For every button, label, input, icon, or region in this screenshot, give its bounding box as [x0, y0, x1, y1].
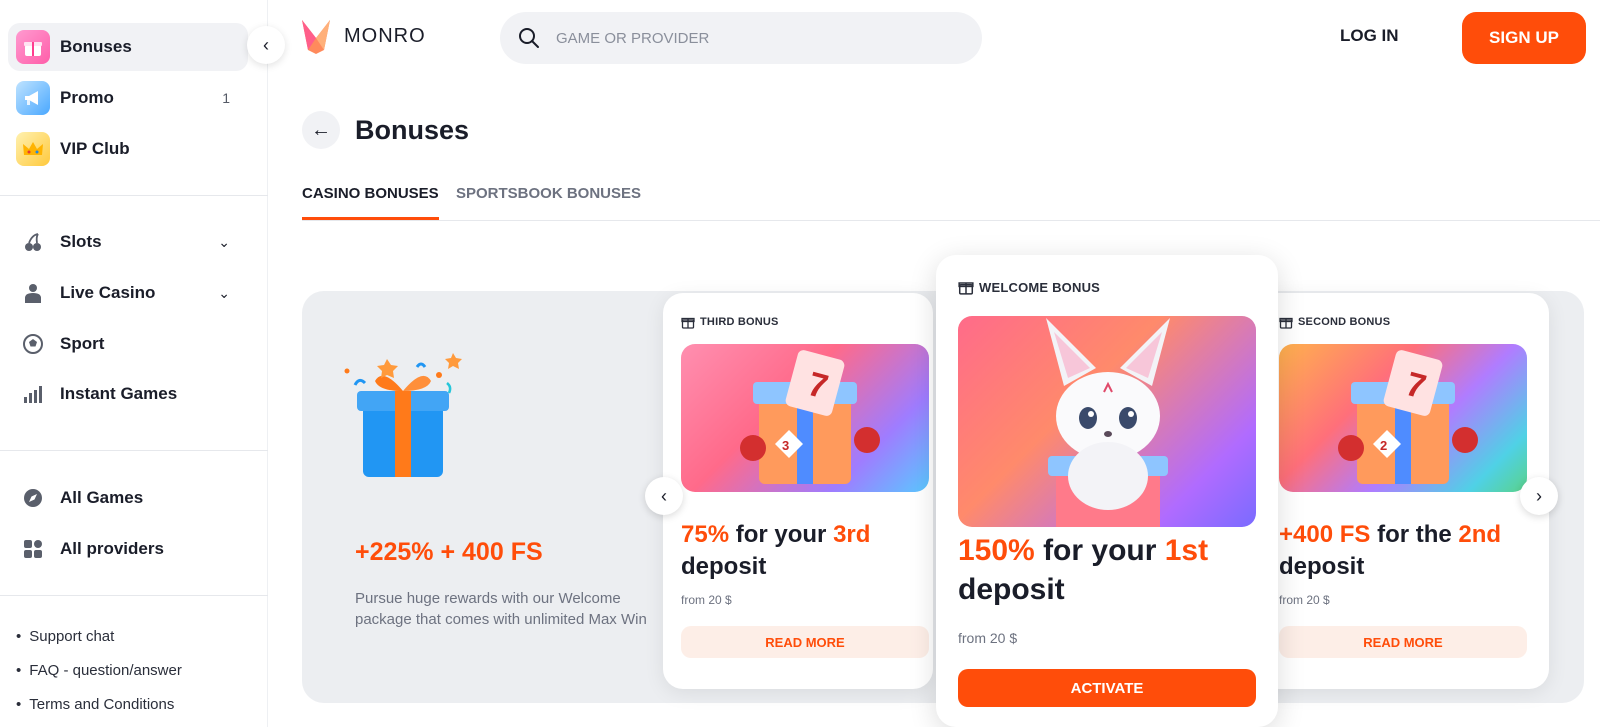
sidebar-item-live-casino[interactable]: Live Casino ⌄ [8, 269, 248, 317]
sidebar-item-bonuses[interactable]: Bonuses [8, 23, 248, 71]
compass-icon [16, 481, 50, 515]
tab-casino-bonuses[interactable]: CASINO BONUSES [302, 185, 439, 220]
soccer-ball-icon [16, 327, 50, 361]
welcome-bonus-min-deposit: from 20 $ [958, 630, 1018, 646]
welcome-bonus-image [958, 316, 1256, 527]
gift-icon [1279, 317, 1293, 329]
gift-icon [681, 317, 695, 329]
login-button[interactable]: LOG IN [1340, 26, 1399, 46]
bonus-tabs: CASINO BONUSES SPORTSBOOK BONUSES [302, 185, 1600, 221]
chevron-left-icon: ‹ [263, 34, 269, 55]
second-bonus-card: SECOND BONUS 7 2 +400 FS for the 2nd dep… [1259, 293, 1549, 689]
third-bonus-title: 75% for your 3rd deposit [681, 521, 871, 580]
welcome-bonus-title: 150% for your 1st deposit [958, 534, 1209, 606]
footer-link-support-chat[interactable]: Support chat [16, 628, 114, 645]
promo-headline: +225% + 400 FS [355, 538, 543, 566]
chevron-left-icon: ‹ [661, 485, 667, 506]
sidebar-item-label: Sport [60, 334, 105, 353]
card-tag: SECOND BONUS [1279, 315, 1390, 329]
search-bar[interactable] [500, 12, 982, 64]
gift-slot-illustration: 7 2 [1338, 350, 1478, 484]
promo-count-badge: 1 [222, 90, 230, 106]
dealer-icon [16, 276, 50, 310]
sidebar-item-label: Promo [60, 88, 114, 107]
sidebar-item-promo[interactable]: Promo 1 [8, 74, 248, 122]
card-tag: WELCOME BONUS [958, 279, 1100, 295]
sidebar-divider [0, 195, 268, 196]
logo-text: MONRO [344, 24, 426, 47]
chevron-right-icon: › [1536, 485, 1542, 506]
tab-sportsbook-bonuses[interactable]: SPORTSBOOK BONUSES [456, 185, 641, 220]
carousel-next-button[interactable]: › [1520, 477, 1558, 515]
second-bonus-title: +400 FS for the 2nd deposit [1279, 521, 1502, 580]
cherry-icon [16, 225, 50, 259]
sidebar-item-slots[interactable]: Slots ⌄ [8, 218, 248, 266]
grid-icon [16, 532, 50, 566]
gift-slot-illustration: 7 3 [740, 350, 880, 484]
card-tag-label: THIRD BONUS [700, 316, 779, 328]
sidebar-item-all-games[interactable]: All Games [8, 474, 248, 522]
sidebar-item-label: All providers [60, 539, 164, 558]
third-bonus-read-more-button[interactable]: READ MORE [681, 626, 929, 658]
sidebar-item-instant-games[interactable]: Instant Games [8, 370, 248, 418]
signup-button[interactable]: SIGN UP [1462, 12, 1586, 64]
gift-icon [16, 30, 50, 64]
sidebar-item-label: Slots [60, 232, 102, 251]
sidebar-item-label: All Games [60, 488, 144, 507]
footer-link-terms[interactable]: Terms and Conditions [16, 696, 174, 713]
card-tag-label: SECOND BONUS [1298, 316, 1391, 328]
third-bonus-card: THIRD BONUS 7 3 75% for your 3rd deposit… [663, 293, 933, 689]
page-title: Bonuses [355, 115, 470, 145]
promo-description: Pursue huge rewards with our Welcome pac… [355, 590, 647, 628]
chevron-down-icon[interactable]: ⌄ [218, 234, 230, 251]
second-bonus-image: 7 2 [1279, 344, 1527, 492]
third-bonus-min-deposit: from 20 $ [681, 593, 732, 607]
second-bonus-min-deposit: from 20 $ [1279, 593, 1330, 607]
sidebar-item-sport[interactable]: Sport [8, 320, 248, 368]
sidebar-item-all-providers[interactable]: All providers [8, 525, 248, 573]
card-tag-label: WELCOME BONUS [979, 279, 1101, 295]
search-icon [519, 28, 539, 48]
gift-icon [958, 282, 974, 295]
sidebar-divider [0, 450, 268, 451]
search-input[interactable] [556, 29, 936, 47]
arrow-left-icon: ← [311, 118, 331, 141]
card-tag: THIRD BONUS [681, 315, 779, 329]
fox-mascot-illustration [1046, 318, 1170, 527]
welcome-bonus-activate-button[interactable]: ACTIVATE [958, 669, 1256, 707]
chevron-down-icon[interactable]: ⌄ [218, 285, 230, 302]
megaphone-icon [16, 81, 50, 115]
welcome-bonus-card: WELCOME BONUS 150% for your 1st deposit … [936, 255, 1278, 727]
sidebar-item-label: Live Casino [60, 283, 156, 302]
footer-link-faq[interactable]: FAQ - question/answer [16, 662, 182, 679]
sidebar-item-label: Bonuses [60, 37, 132, 56]
bar-chart-icon [16, 377, 50, 411]
back-button[interactable]: ← [302, 111, 340, 149]
crown-icon [16, 132, 50, 166]
third-bonus-image: 7 3 [681, 344, 929, 492]
sidebar-collapse-button[interactable]: ‹ [247, 26, 285, 64]
badge-number: 3 [782, 438, 789, 453]
gift-box-illustration [344, 353, 462, 477]
second-bonus-read-more-button[interactable]: READ MORE [1279, 626, 1527, 658]
sidebar-item-label: Instant Games [60, 384, 178, 403]
sidebar-divider [0, 595, 268, 596]
site-logo[interactable]: MONRO [300, 18, 426, 54]
sidebar: Bonuses Promo 1 VIP Club Slots ⌄ Live Ca… [0, 0, 268, 727]
badge-number: 2 [1380, 438, 1387, 453]
carousel-prev-button[interactable]: ‹ [645, 477, 683, 515]
sidebar-item-label: VIP Club [60, 139, 130, 158]
fox-logo-icon [302, 20, 330, 54]
sidebar-item-vip-club[interactable]: VIP Club [8, 125, 248, 173]
